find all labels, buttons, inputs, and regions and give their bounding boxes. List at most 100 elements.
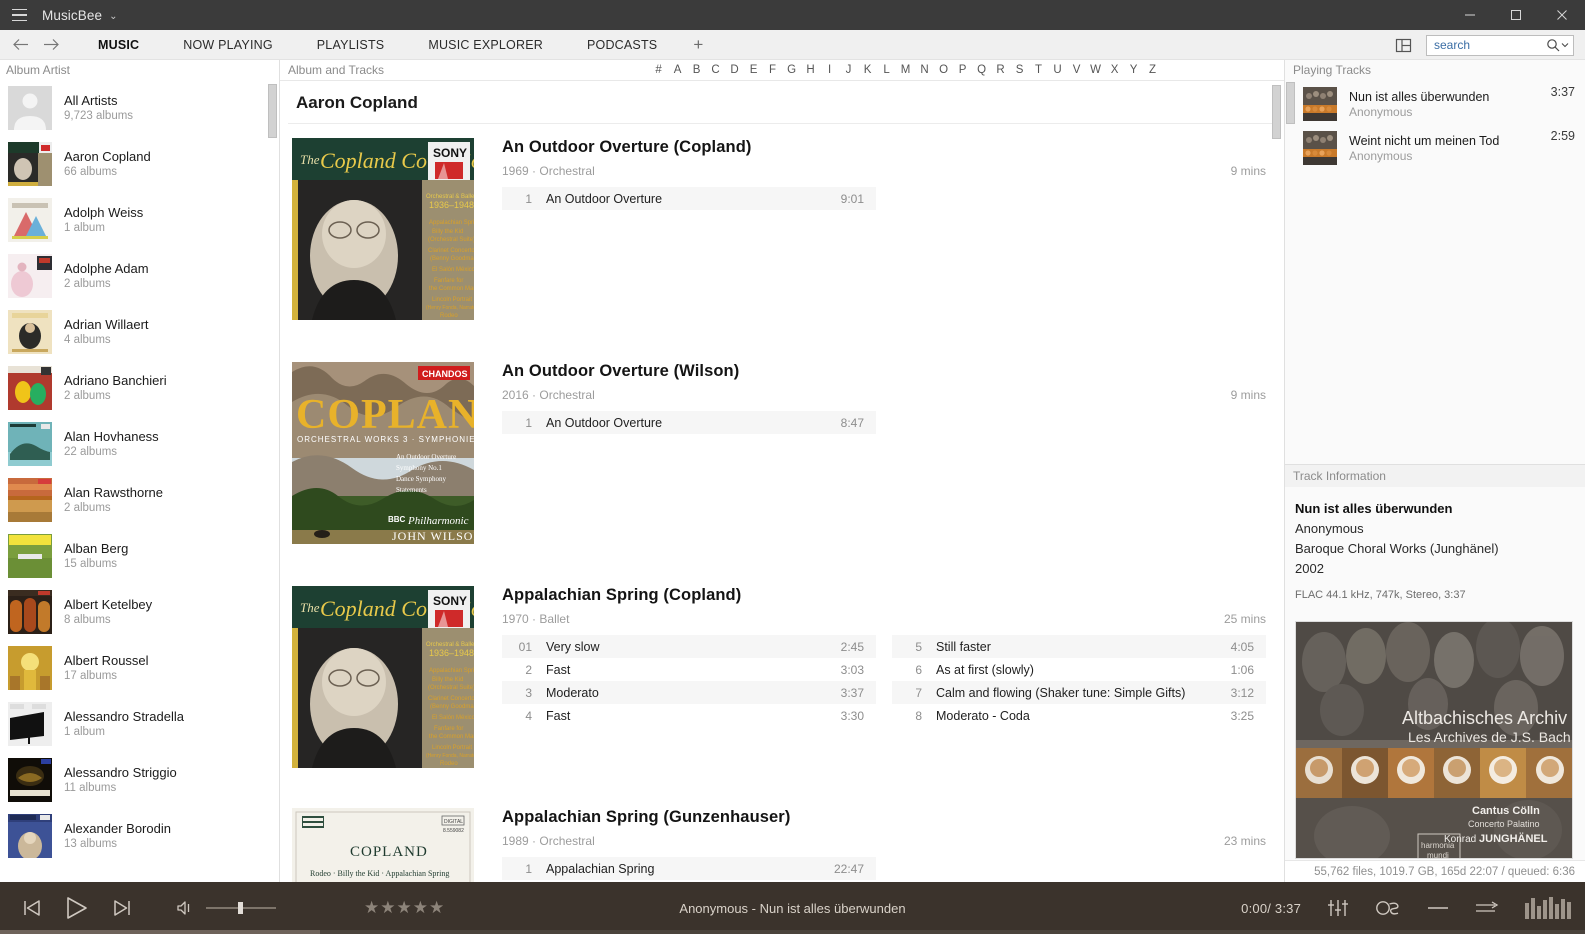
alpha-hash[interactable]: #: [649, 64, 668, 76]
maximize-button[interactable]: [1493, 0, 1539, 30]
sidebar-item-adrian-willaert[interactable]: Adrian Willaert 4 albums: [0, 304, 279, 360]
alphabet-jump-bar[interactable]: # A B C D E F G H I J K L M N O P Q R S …: [649, 64, 1162, 76]
visualizer-icon[interactable]: [1525, 897, 1571, 919]
chevron-down-icon[interactable]: ⌄: [109, 11, 117, 22]
album-cover-art[interactable]: DIGITAL 8.559082 COPLAND Rodeo · Billy t…: [292, 808, 474, 882]
alpha-n[interactable]: N: [915, 64, 934, 76]
alpha-x[interactable]: X: [1105, 64, 1124, 76]
table-row[interactable]: 1 An Outdoor Overture 8:47: [502, 411, 876, 434]
shuffle-off-icon[interactable]: [1427, 903, 1449, 913]
forward-arrow-icon[interactable]: [40, 34, 62, 56]
alpha-v[interactable]: V: [1067, 64, 1086, 76]
lastfm-scrobble-icon[interactable]: [1375, 900, 1401, 916]
table-row[interactable]: 01 Very slow 2:45: [502, 635, 876, 658]
alpha-l[interactable]: L: [877, 64, 896, 76]
sidebar-item-albert-roussel[interactable]: Albert Roussel 17 albums: [0, 640, 279, 696]
alpha-z[interactable]: Z: [1143, 64, 1162, 76]
alpha-j[interactable]: J: [839, 64, 858, 76]
alpha-p[interactable]: P: [953, 64, 972, 76]
alpha-r[interactable]: R: [991, 64, 1010, 76]
volume-slider[interactable]: [206, 902, 276, 914]
alpha-f[interactable]: F: [763, 64, 782, 76]
sidebar-item-alessandro-stradella[interactable]: Alessandro Stradella 1 album: [0, 696, 279, 752]
alpha-b[interactable]: B: [687, 64, 706, 76]
sidebar-item-adolphe-adam[interactable]: Adolphe Adam 2 albums: [0, 248, 279, 304]
album-list[interactable]: Aaron Copland The Copland Collection SON…: [280, 80, 1284, 882]
album-title[interactable]: Appalachian Spring (Gunzenhauser): [502, 808, 1266, 827]
album-title[interactable]: An Outdoor Overture (Wilson): [502, 362, 1266, 381]
table-row[interactable]: 8 Moderato - Coda 3:25: [892, 704, 1266, 727]
tab-music[interactable]: MUSIC: [76, 30, 161, 60]
menu-icon[interactable]: [0, 0, 38, 30]
close-button[interactable]: [1539, 0, 1585, 30]
list-item[interactable]: Weint nicht um meinen Tod Anonymous 2:59: [1285, 126, 1585, 170]
album-cover-art[interactable]: The Copland Collection SONY CLASSICAL: [292, 138, 474, 320]
equalizer-icon[interactable]: [1327, 898, 1349, 918]
alpha-d[interactable]: D: [725, 64, 744, 76]
volume-slider-handle[interactable]: [238, 902, 243, 914]
table-row[interactable]: 5 Still faster 4:05: [892, 635, 1266, 658]
album-list-scrollbar[interactable]: [1272, 85, 1281, 139]
table-row[interactable]: 1 Appalachian Spring 22:47: [502, 857, 876, 880]
panel-layout-icon[interactable]: [1388, 30, 1418, 60]
sidebar-item-albert-ketelbey[interactable]: Albert Ketelbey 8 albums: [0, 584, 279, 640]
alpha-m[interactable]: M: [896, 64, 915, 76]
album-cover-art[interactable]: The Copland Collection SONY CLASSICAL: [292, 586, 474, 768]
table-row[interactable]: 7 Calm and flowing (Shaker tune: Simple …: [892, 681, 1266, 704]
sidebar-item-adriano-banchieri[interactable]: Adriano Banchieri 2 albums: [0, 360, 279, 416]
track-artwork[interactable]: Altbachisches Archiv Les Archives de J.S…: [1295, 621, 1573, 859]
tab-playlists[interactable]: PLAYLISTS: [295, 30, 407, 60]
sidebar-item-aaron-copland[interactable]: Aaron Copland 66 albums: [0, 136, 279, 192]
album-entry[interactable]: The Copland Collection SONY CLASSICAL: [280, 124, 1284, 320]
tab-music-explorer[interactable]: MUSIC EXPLORER: [406, 30, 565, 60]
album-cover-art[interactable]: CHANDOS COPLAND ORCHESTRAL WORKS 3 · SYM…: [292, 362, 474, 544]
list-item[interactable]: Nun ist alles überwunden Anonymous 3:37: [1285, 82, 1585, 126]
album-title[interactable]: Appalachian Spring (Copland): [502, 586, 1266, 605]
alpha-g[interactable]: G: [782, 64, 801, 76]
alpha-u[interactable]: U: [1048, 64, 1067, 76]
sidebar-item-alexander-borodin[interactable]: Alexander Borodin 13 albums: [0, 808, 279, 864]
search-icon[interactable]: [1546, 38, 1569, 52]
repeat-icon[interactable]: [1475, 901, 1499, 915]
sidebar-item-alan-rawsthorne[interactable]: Alan Rawsthorne 2 albums: [0, 472, 279, 528]
alpha-a[interactable]: A: [668, 64, 687, 76]
next-track-icon[interactable]: [112, 899, 132, 917]
playing-tracks-list[interactable]: Nun ist alles überwunden Anonymous 3:37: [1285, 80, 1585, 465]
album-entry[interactable]: The Copland Collection SONY CLASSICAL: [280, 544, 1284, 768]
tab-podcasts[interactable]: PODCASTS: [565, 30, 679, 60]
playing-tracks-scrollbar[interactable]: [1286, 82, 1295, 124]
alpha-h[interactable]: H: [801, 64, 820, 76]
sidebar-item-adolph-weiss[interactable]: Adolph Weiss 1 album: [0, 192, 279, 248]
speaker-icon[interactable]: [176, 900, 194, 916]
table-row[interactable]: 1 An Outdoor Overture 9:01: [502, 187, 876, 210]
previous-track-icon[interactable]: [22, 899, 42, 917]
alpha-q[interactable]: Q: [972, 64, 991, 76]
table-row[interactable]: 4 Fast 3:30: [502, 704, 876, 727]
album-title[interactable]: An Outdoor Overture (Copland): [502, 138, 1266, 157]
artist-list-scrollbar[interactable]: [268, 84, 277, 138]
sidebar-item-alessandro-striggio[interactable]: Alessandro Striggio 11 albums: [0, 752, 279, 808]
album-entry[interactable]: DIGITAL 8.559082 COPLAND Rodeo · Billy t…: [280, 768, 1284, 882]
search-input[interactable]: [1434, 38, 1546, 52]
volume-control[interactable]: [176, 900, 276, 916]
search-box[interactable]: [1426, 34, 1574, 56]
alpha-e[interactable]: E: [744, 64, 763, 76]
table-row[interactable]: 6 As at first (slowly) 1:06: [892, 658, 1266, 681]
minimize-button[interactable]: [1447, 0, 1493, 30]
alpha-o[interactable]: O: [934, 64, 953, 76]
add-tab-button[interactable]: +: [679, 32, 717, 58]
album-entry[interactable]: CHANDOS COPLAND ORCHESTRAL WORKS 3 · SYM…: [280, 320, 1284, 544]
alpha-y[interactable]: Y: [1124, 64, 1143, 76]
alpha-w[interactable]: W: [1086, 64, 1105, 76]
alpha-s[interactable]: S: [1010, 64, 1029, 76]
playback-progress-bar[interactable]: [0, 930, 1585, 934]
alpha-i[interactable]: I: [820, 64, 839, 76]
alpha-c[interactable]: C: [706, 64, 725, 76]
play-icon[interactable]: [64, 896, 90, 920]
rating-stars[interactable]: ★★★★★: [364, 898, 445, 918]
table-row[interactable]: 3 Moderato 3:37: [502, 681, 876, 704]
alpha-k[interactable]: K: [858, 64, 877, 76]
sidebar-item-alan-hovhaness[interactable]: Alan Hovhaness 22 albums: [0, 416, 279, 472]
back-arrow-icon[interactable]: [10, 34, 32, 56]
artist-list[interactable]: All Artists 9,723 albums Aaron Copland 6…: [0, 80, 279, 882]
